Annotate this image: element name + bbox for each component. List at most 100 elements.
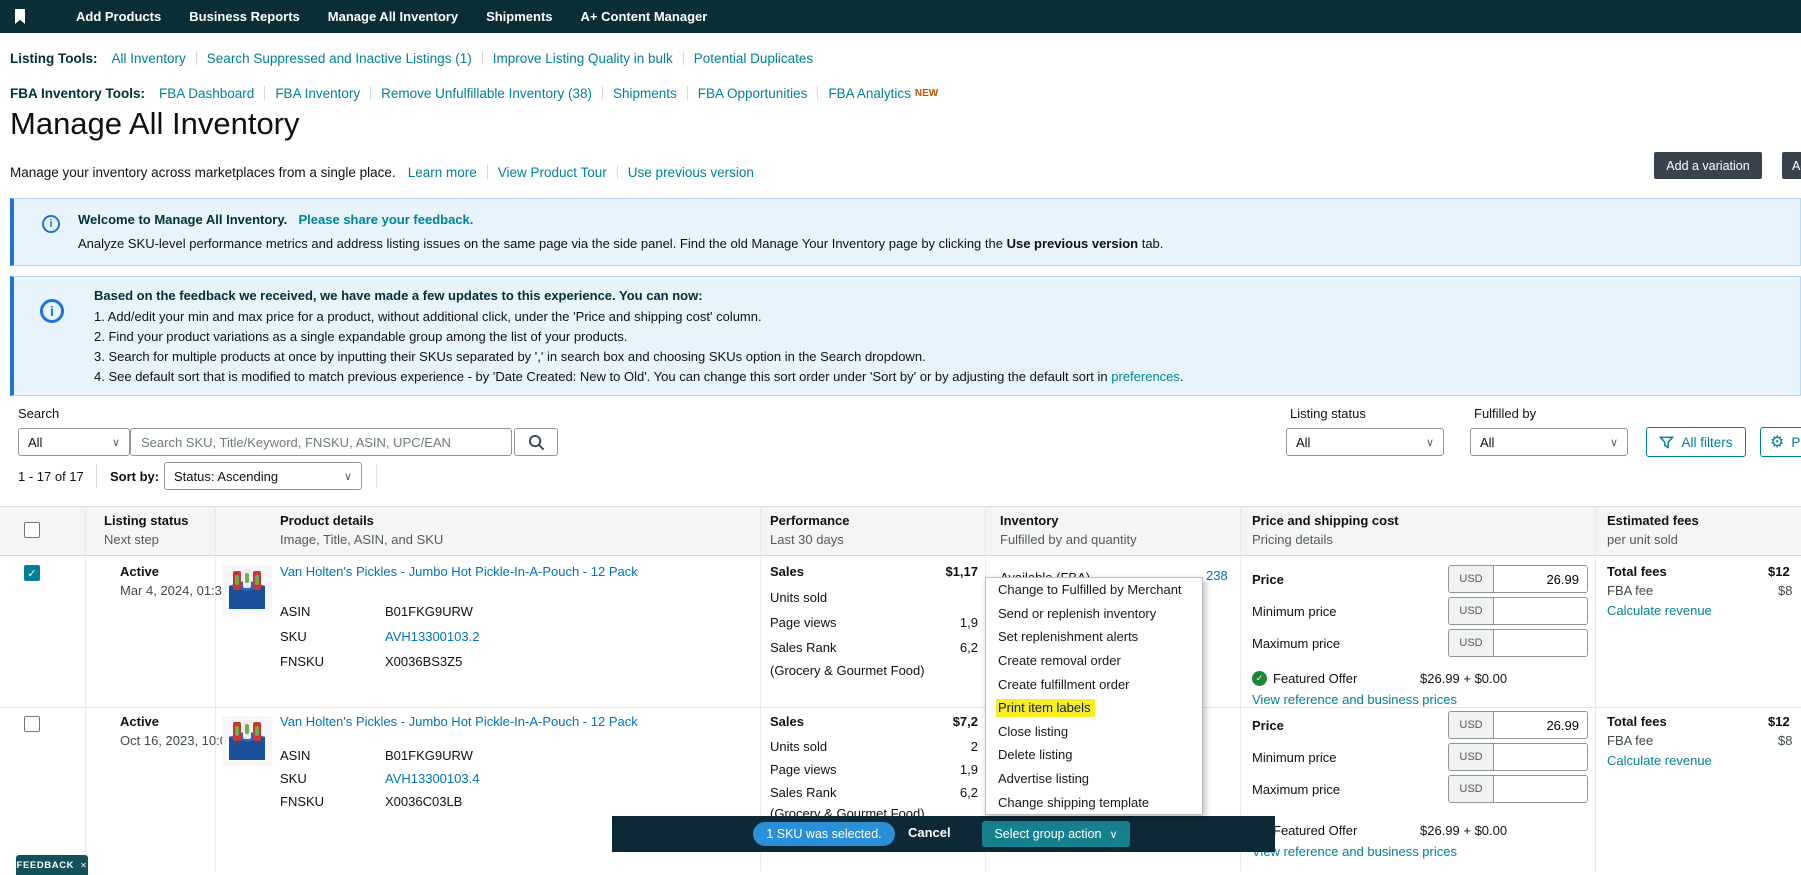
row1-view-reference-link[interactable]: View reference and business prices <box>1252 692 1457 707</box>
link-fba-analytics[interactable]: FBA Analytics <box>828 86 911 101</box>
menu-item-create-removal-order[interactable]: Create removal order <box>986 649 1202 673</box>
sku-selected-pill[interactable]: 1 SKU was selected. <box>753 822 895 846</box>
row2-product-title[interactable]: Van Holten's Pickles - Jumbo Hot Pickle-… <box>280 714 638 729</box>
search-button[interactable] <box>514 428 558 456</box>
row1-inventory-qty[interactable]: 238 <box>1206 568 1228 583</box>
search-label: Search <box>18 406 60 421</box>
row1-fnsku: X0036BS3Z5 <box>385 654 463 669</box>
divider <box>96 464 97 488</box>
row2-views-value: 1,9 <box>959 762 978 777</box>
product-image[interactable] <box>222 716 272 766</box>
row2-featured-value: $26.99 + $0.00 <box>1420 823 1508 838</box>
search-icon <box>528 434 545 451</box>
rank-category-label: (Grocery & Gourmet Food) <box>770 663 925 678</box>
add-variation-button[interactable]: Add a variation <box>1654 152 1762 179</box>
fba-fee-label: FBA fee <box>1607 583 1654 598</box>
sort-by-label: Sort by: <box>110 469 160 484</box>
link-fba-opportunities[interactable]: FBA Opportunities <box>698 86 808 101</box>
updates-item-2: 2. Find your product variations as a sin… <box>94 329 628 344</box>
link-improve-quality[interactable]: Improve Listing Quality in bulk <box>493 51 673 66</box>
chevron-down-icon: ∨ <box>1425 436 1434 449</box>
fba-fee-label: FBA fee <box>1607 733 1654 748</box>
col-listing-status-sub: Next step <box>104 532 159 547</box>
sort-select[interactable]: Status: Ascending ∨ <box>164 462 362 490</box>
col-product-details-sub: Image, Title, ASIN, and SKU <box>280 532 444 547</box>
row2-max-price-input[interactable] <box>1494 776 1587 802</box>
col-product-details: Product details <box>280 513 374 528</box>
all-filters-button[interactable]: All filters <box>1646 427 1746 457</box>
link-potential-duplicates[interactable]: Potential Duplicates <box>694 51 813 66</box>
product-image[interactable] <box>222 565 272 615</box>
close-icon[interactable]: ✕ <box>80 861 87 870</box>
units-sold-label: Units sold <box>770 590 828 605</box>
row2-sku[interactable]: AVH13300103.4 <box>385 771 479 786</box>
row1-calculate-revenue-link[interactable]: Calculate revenue <box>1607 603 1712 618</box>
col-inventory: Inventory <box>1000 513 1059 528</box>
row-divider <box>0 707 1801 708</box>
nav-item-shipments[interactable]: Shipments <box>486 9 552 24</box>
row2-checkbox[interactable] <box>24 716 40 732</box>
page-views-label: Page views <box>770 762 837 777</box>
menu-item-close-listing[interactable]: Close listing <box>986 720 1202 744</box>
preferences-link[interactable]: preferences <box>1111 369 1180 384</box>
nav-item-manage-all-inventory[interactable]: Manage All Inventory <box>328 9 458 24</box>
row1-checkbox[interactable]: ✓ <box>24 565 40 581</box>
nav-item-a-plus-content[interactable]: A+ Content Manager <box>581 9 708 24</box>
link-fba-shipments[interactable]: Shipments <box>613 86 677 101</box>
row1-price-input[interactable] <box>1494 566 1587 592</box>
search-scope-select[interactable]: All ∨ <box>18 428 130 456</box>
menu-item-change-to-fbm[interactable]: Change to Fulfilled by Merchant <box>986 578 1202 602</box>
welcome-banner-body-post: tab. <box>1138 236 1164 251</box>
link-learn-more[interactable]: Learn more <box>408 165 477 180</box>
link-fba-dashboard[interactable]: FBA Dashboard <box>159 86 254 101</box>
fba-tools-label: FBA Inventory Tools: <box>10 85 145 101</box>
fnsku-label: FNSKU <box>280 654 325 669</box>
row2-min-price-input[interactable] <box>1494 744 1587 770</box>
chevron-down-icon: ∨ <box>343 470 352 483</box>
row1-sku[interactable]: AVH13300103.2 <box>385 629 479 644</box>
menu-item-advertise-listing[interactable]: Advertise listing <box>986 767 1202 791</box>
funnel-icon <box>1659 436 1675 449</box>
search-input[interactable] <box>130 428 512 456</box>
row2-rank-value: 6,2 <box>959 785 978 800</box>
link-remove-unfulfillable[interactable]: Remove Unfulfillable Inventory (38) <box>381 86 592 101</box>
listing-status-select[interactable]: All ∨ <box>1286 428 1444 456</box>
divider <box>376 464 377 488</box>
row2-calculate-revenue-link[interactable]: Calculate revenue <box>1607 753 1712 768</box>
preferences-button[interactable]: ⚙ P <box>1760 427 1801 457</box>
link-previous-version[interactable]: Use previous version <box>628 165 754 180</box>
fulfilled-by-select[interactable]: All ∨ <box>1470 428 1628 456</box>
updates-banner-intro: Based on the feedback we received, we ha… <box>94 288 703 303</box>
menu-item-print-item-labels[interactable]: Print item labels <box>986 696 1202 720</box>
link-product-tour[interactable]: View Product Tour <box>498 165 607 180</box>
row1-product-title[interactable]: Van Holten's Pickles - Jumbo Hot Pickle-… <box>280 564 638 579</box>
row1-max-price-input[interactable] <box>1494 630 1587 656</box>
total-fees-label: Total fees <box>1607 714 1667 729</box>
fulfilled-by-label: Fulfilled by <box>1474 406 1537 421</box>
row1-min-price-input[interactable] <box>1494 598 1587 624</box>
col-performance-sub: Last 30 days <box>770 532 844 547</box>
add-product-button[interactable]: Ac <box>1782 152 1801 179</box>
bookmark-icon[interactable] <box>14 8 26 25</box>
cancel-button[interactable]: Cancel <box>908 825 951 840</box>
link-suppressed-inactive[interactable]: Search Suppressed and Inactive Listings … <box>207 51 472 66</box>
link-all-inventory[interactable]: All Inventory <box>112 51 186 66</box>
select-all-checkbox[interactable] <box>24 522 40 538</box>
nav-item-business-reports[interactable]: Business Reports <box>189 9 300 24</box>
row2-view-reference-link[interactable]: View reference and business prices <box>1252 844 1457 859</box>
select-group-action-button[interactable]: Select group action ∨ <box>982 821 1130 847</box>
menu-item-change-shipping-template[interactable]: Change shipping template <box>986 790 1202 814</box>
row2-price-input[interactable] <box>1494 712 1587 738</box>
menu-item-send-replenish[interactable]: Send or replenish inventory <box>986 602 1202 626</box>
menu-item-delete-listing[interactable]: Delete listing <box>986 743 1202 767</box>
row2-sales-value: $7,2 <box>952 714 978 729</box>
menu-item-create-fulfillment-order[interactable]: Create fulfillment order <box>986 672 1202 696</box>
page-subtitle-row: Manage your inventory across marketplace… <box>10 163 754 181</box>
nav-item-add-products[interactable]: Add Products <box>76 9 161 24</box>
menu-item-replenishment-alerts[interactable]: Set replenishment alerts <box>986 625 1202 649</box>
sales-label: Sales <box>770 564 804 579</box>
top-nav: Add Products Business Reports Manage All… <box>0 0 1801 33</box>
link-fba-inventory[interactable]: FBA Inventory <box>275 86 360 101</box>
share-feedback-link[interactable]: Please share your feedback. <box>299 212 474 227</box>
feedback-tab[interactable]: FEEDBACK ✕ <box>16 855 88 875</box>
